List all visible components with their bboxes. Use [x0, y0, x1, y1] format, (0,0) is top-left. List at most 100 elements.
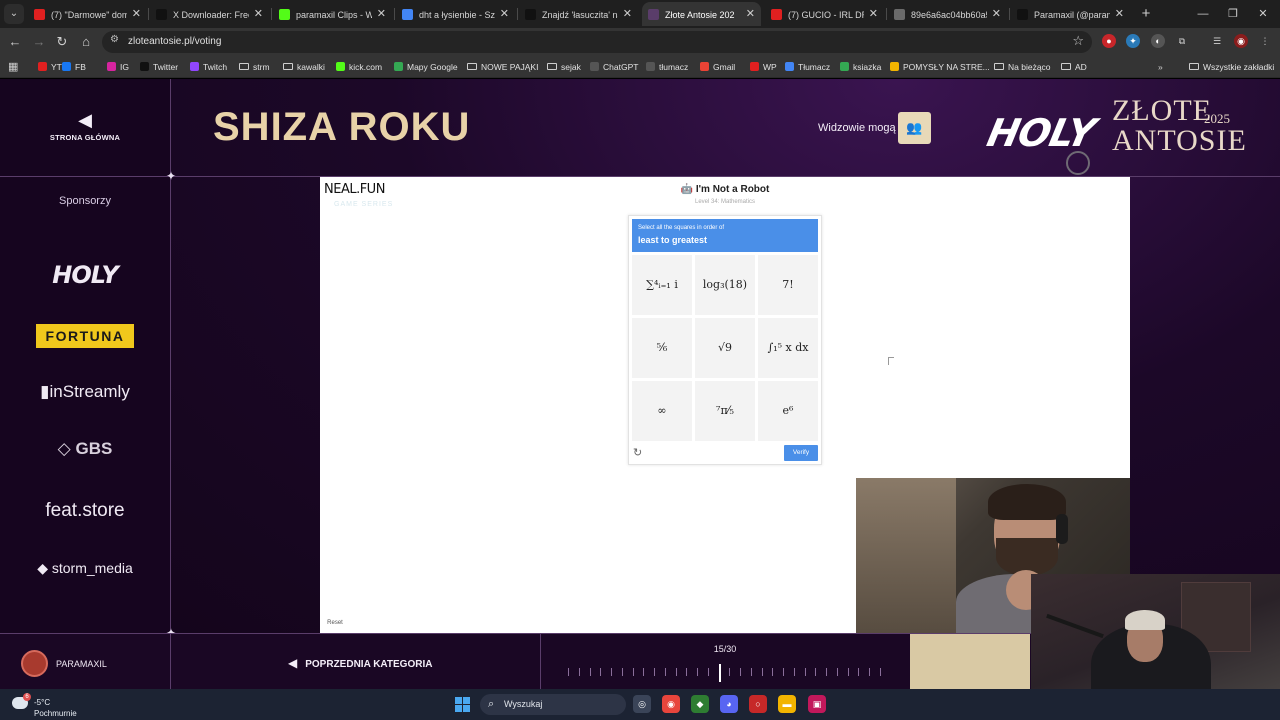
chrome-icon[interactable]: ◉	[662, 695, 680, 713]
chrome-menu-icon[interactable]: ⋮	[1258, 34, 1272, 48]
reset-button[interactable]: Reset	[320, 616, 350, 630]
captcha-square[interactable]: log₃(18)	[695, 255, 755, 315]
bookmark-item[interactable]: POMYSŁY NA STRE...	[890, 60, 990, 74]
sponsor-storm-media[interactable]: ◆ storm_media	[0, 560, 170, 577]
close-window-icon[interactable]: ✕	[1250, 4, 1276, 24]
holy-logo: HOLY	[983, 111, 1099, 155]
minimize-window-icon[interactable]: —	[1190, 4, 1216, 24]
bookmark-item[interactable]: ChatGPT	[590, 60, 638, 74]
captcha-square[interactable]: 7!	[758, 255, 818, 315]
sponsor-fortuna[interactable]: FORTUNA	[0, 324, 170, 348]
browser-tab[interactable]: Znajdź 'łasuczita' na ✕	[519, 2, 638, 26]
close-tab-icon[interactable]: ✕	[500, 2, 509, 26]
captcha-square[interactable]: ⁷π⁄₅	[695, 381, 755, 441]
bookmark-item[interactable]: Mapy Google	[394, 60, 458, 74]
tab-search-chevron-icon[interactable]: ⌄	[4, 4, 24, 24]
browser-tab[interactable]: X Downloader: Free T ✕	[150, 2, 269, 26]
browser-tab[interactable]: paramaxil Clips - Wat ✕	[273, 2, 392, 26]
bookmark-item[interactable]: NOWE PAJĄKI	[467, 60, 538, 74]
webcam-overlay-secondary	[1031, 574, 1280, 689]
shield-app-icon[interactable]: ◆	[691, 695, 709, 713]
bookmarks-overflow-icon[interactable]: »	[1158, 60, 1163, 74]
bookmark-item[interactable]: Twitch	[190, 60, 227, 74]
bookmark-item[interactable]: Tłumacz	[785, 60, 830, 74]
bookmark-item[interactable]: AD	[1061, 60, 1087, 74]
all-bookmarks-link[interactable]: Wszystkie zakładki	[1189, 60, 1274, 74]
taskbar-search[interactable]: ⌕ Wyszukaj	[480, 694, 626, 715]
bookmark-star-icon[interactable]: ☆	[1072, 33, 1084, 49]
close-tab-icon[interactable]: ✕	[992, 2, 1001, 26]
opera-icon[interactable]: ○	[749, 695, 767, 713]
bookmark-item[interactable]: YT	[38, 60, 62, 74]
tab-title: Złote Antosie 202	[665, 9, 735, 20]
forward-arrow-icon[interactable]: →	[30, 33, 48, 51]
sponsor-instreamly[interactable]: ▮inStreamly	[0, 382, 170, 402]
captcha-square[interactable]: ∑⁴ᵢ₌₁ i	[632, 255, 692, 315]
sponsor-featstore[interactable]: feat.store	[0, 500, 170, 522]
close-tab-icon[interactable]: ✕	[623, 2, 632, 26]
close-tab-icon[interactable]: ✕	[377, 2, 386, 26]
bookmark-item[interactable]: tłumacz	[646, 60, 688, 74]
copilot-icon[interactable]: ◎	[633, 695, 651, 713]
bookmark-item[interactable]: sejak	[547, 60, 581, 74]
apps-grid-icon[interactable]: ▦	[8, 60, 18, 74]
profile-avatar-icon[interactable]: ◉	[1234, 34, 1248, 48]
bookmark-item[interactable]: Gmail	[700, 60, 735, 74]
bookmark-item[interactable]: WP	[750, 60, 777, 74]
new-tab-button[interactable]: +	[1137, 4, 1155, 24]
sponsor-holy[interactable]: HOLY	[0, 261, 170, 289]
maximize-window-icon[interactable]: ❐	[1220, 4, 1246, 24]
bookmark-item[interactable]: FB	[62, 60, 86, 74]
previous-category-button[interactable]: ◀ POPRZEDNIA KATEGORIA	[288, 656, 432, 670]
captcha-square[interactable]: ∞	[632, 381, 692, 441]
captcha-reload-icon[interactable]: ↻	[633, 446, 642, 459]
browser-tab[interactable]: (7) "Darmowe" domy ✕	[28, 2, 147, 26]
bookmark-label: kawalki	[297, 62, 325, 72]
gmail-icon	[700, 62, 709, 71]
next-category-button[interactable]	[910, 634, 1030, 689]
bookmark-item[interactable]: strm	[239, 60, 270, 74]
captcha-square[interactable]: ⁵⁄₆	[632, 318, 692, 378]
sponsor-gbs[interactable]: ◇ GBS	[0, 439, 170, 459]
back-arrow-icon[interactable]: ←	[6, 33, 24, 51]
address-bar[interactable]: ⚙ zloteantosie.pl/voting ☆	[102, 31, 1092, 53]
bookmark-item[interactable]: Na bieżąco	[994, 60, 1051, 74]
captcha-square[interactable]: ∫₁⁵ x dx	[758, 318, 818, 378]
viewers-group-icon[interactable]: 👥	[898, 112, 931, 144]
home-link[interactable]: ◀ STRONA GŁÓWNA	[40, 111, 130, 142]
reading-list-icon[interactable]: ☰	[1210, 34, 1224, 48]
discord-icon[interactable]: ◕	[720, 695, 738, 713]
browser-tab[interactable]: Paramaxil (@parama ✕	[1011, 2, 1130, 26]
bookmark-item[interactable]: Twitter	[140, 60, 178, 74]
extension-icon[interactable]: ✦	[1126, 34, 1140, 48]
temperature: -5°C	[34, 698, 51, 707]
browser-tab[interactable]: (7) GUCIO - IRL DRUI ✕	[765, 2, 884, 26]
bookmark-item[interactable]: kawalki	[283, 60, 325, 74]
browser-tab[interactable]: 89e6a6ac04bb60a51 ✕	[888, 2, 1007, 26]
streaming-app-icon[interactable]: ▣	[808, 695, 826, 713]
close-tab-icon[interactable]: ✕	[869, 2, 878, 26]
arrow-left-icon: ◀	[78, 110, 92, 130]
extensions-puzzle-icon[interactable]: ⧉	[1175, 34, 1189, 48]
captcha-square[interactable]: √9	[695, 318, 755, 378]
bookmark-item[interactable]: kick.com	[336, 60, 382, 74]
site-info-icon[interactable]: ⚙	[110, 34, 119, 45]
bookmark-item[interactable]: IG	[107, 60, 129, 74]
captcha-square[interactable]: e⁶	[758, 381, 818, 441]
windows-start-icon[interactable]	[455, 697, 470, 712]
close-tab-icon[interactable]: ✕	[132, 2, 141, 26]
file-explorer-icon[interactable]: ▬	[778, 695, 796, 713]
reload-icon[interactable]: ↻	[53, 33, 71, 51]
browser-tab[interactable]: Złote Antosie 202 ✕	[642, 2, 761, 26]
close-tab-icon[interactable]: ✕	[746, 2, 755, 26]
progress-tick	[633, 668, 634, 676]
bookmark-item[interactable]: ksiazka	[840, 60, 881, 74]
close-tab-icon[interactable]: ✕	[1115, 2, 1124, 26]
close-tab-icon[interactable]: ✕	[254, 2, 263, 26]
verify-button[interactable]: Verify	[784, 445, 818, 461]
extension-gray-icon[interactable]: ◐	[1151, 34, 1165, 48]
user-avatar[interactable]	[21, 650, 48, 677]
home-icon[interactable]: ⌂	[77, 33, 95, 51]
record-extension-icon[interactable]: ●	[1102, 34, 1116, 48]
browser-tab[interactable]: dht a łysienbie - Szuk ✕	[396, 2, 515, 26]
